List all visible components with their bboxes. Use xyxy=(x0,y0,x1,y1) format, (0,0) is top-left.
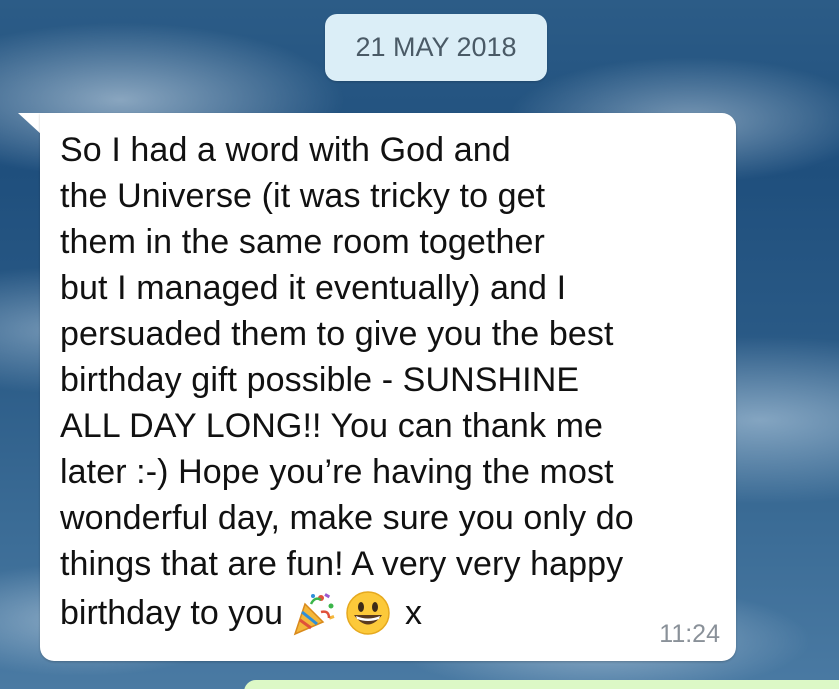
outgoing-message-bubble[interactable] xyxy=(244,680,839,689)
grinning-face-icon xyxy=(346,591,390,635)
message-text: So I had a word with God and the Univers… xyxy=(60,131,634,583)
message-bubble-tail xyxy=(18,113,42,135)
incoming-message-bubble[interactable]: So I had a word with God and the Univers… xyxy=(40,113,736,661)
party-popper-icon xyxy=(293,593,335,636)
message-last-line: birthday to you x xyxy=(60,587,422,639)
message-last-line-text: birthday to you xyxy=(60,593,284,632)
message-sign-off: x xyxy=(405,593,423,632)
message-timestamp: 11:24 xyxy=(659,620,720,648)
date-separator: 21 MAY 2018 xyxy=(325,14,547,81)
